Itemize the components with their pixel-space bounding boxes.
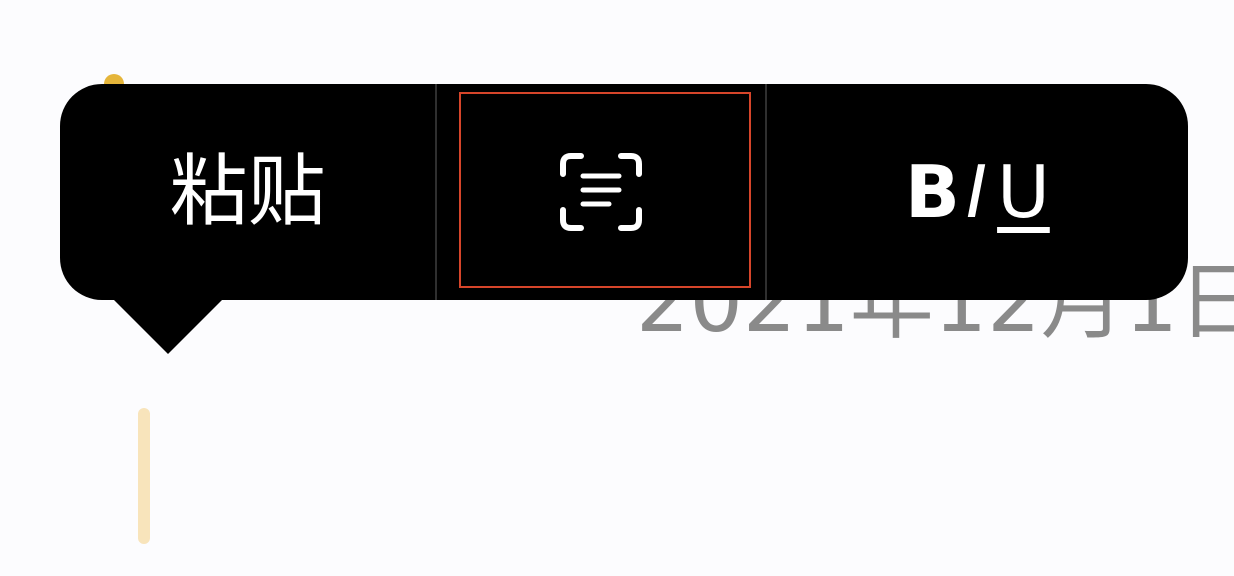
text-cursor [138, 408, 150, 544]
menu-pointer [112, 298, 224, 354]
italic-label: I [965, 150, 988, 234]
paste-button[interactable]: 粘贴 [60, 84, 435, 300]
paste-label: 粘贴 [169, 147, 326, 237]
scan-text-button[interactable] [437, 84, 764, 300]
underline-label: U [997, 150, 1050, 234]
format-labels: B I U [905, 156, 1050, 228]
text-edit-menu: 粘贴 B I U [60, 84, 1188, 300]
scan-text-icon [560, 153, 643, 231]
format-button[interactable]: B I U [767, 84, 1188, 300]
bold-label: B [904, 150, 960, 234]
